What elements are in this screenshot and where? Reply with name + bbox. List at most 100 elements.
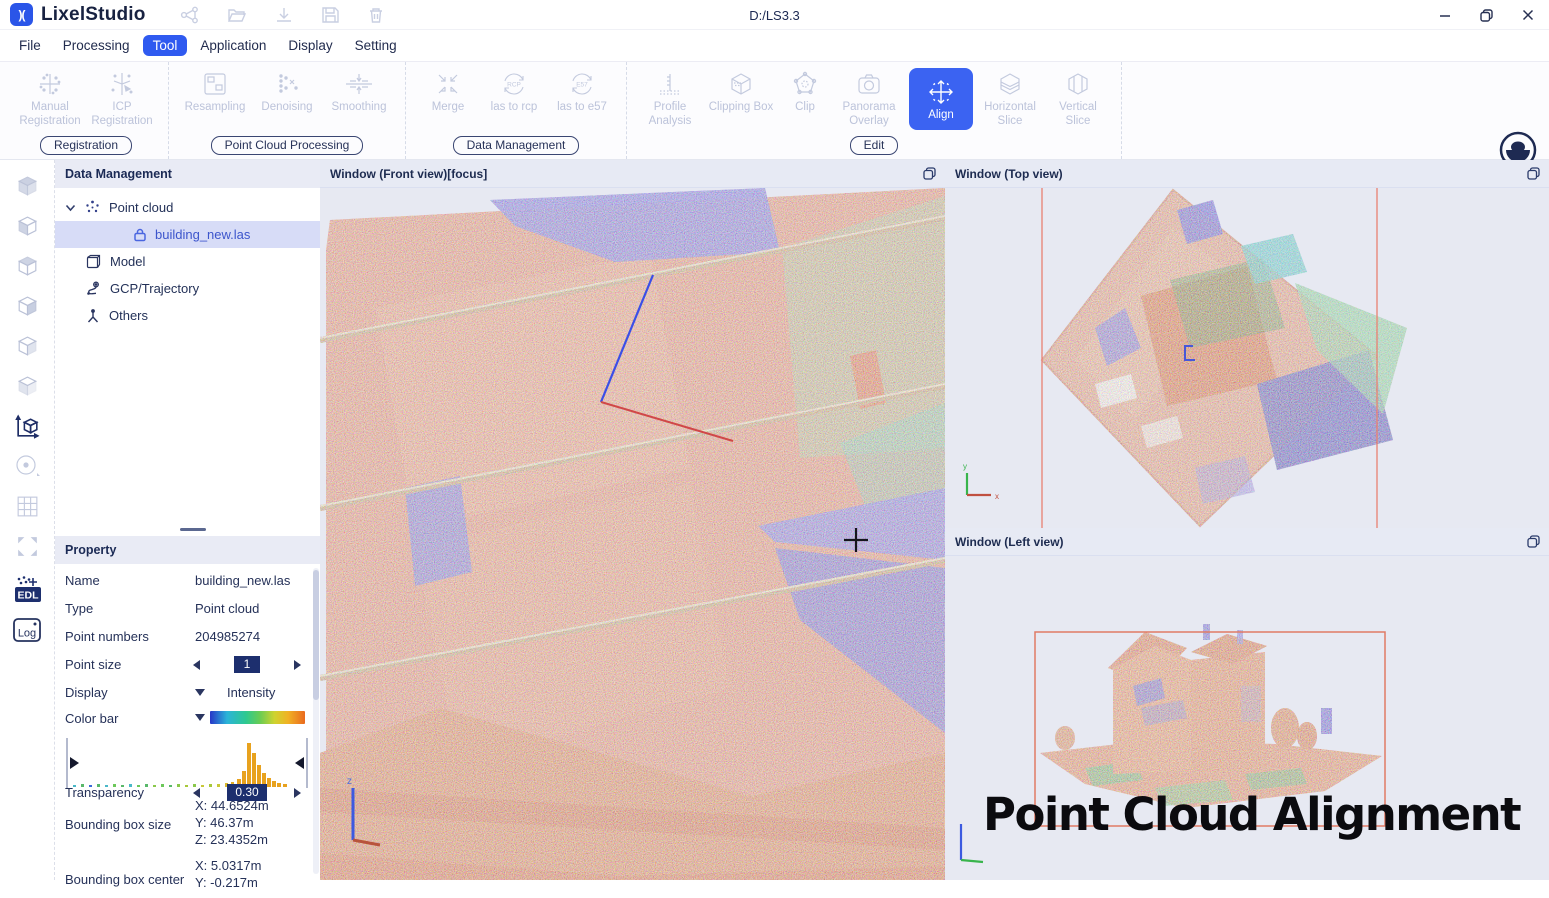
svg-text:RCP: RCP bbox=[507, 82, 521, 89]
isometric-view-icon[interactable] bbox=[7, 406, 47, 446]
align-label: Align bbox=[928, 108, 954, 122]
vertical-slice-button[interactable]: Vertical Slice bbox=[1047, 68, 1109, 130]
display-dropdown-caret[interactable] bbox=[195, 689, 205, 696]
front-view-title: Window (Front view)[focus] bbox=[330, 167, 487, 181]
share-icon[interactable] bbox=[180, 6, 200, 24]
point-size-increment[interactable] bbox=[294, 660, 301, 670]
align-button[interactable]: Align bbox=[909, 68, 973, 130]
view-cube-right-icon[interactable] bbox=[7, 286, 47, 326]
lock-icon bbox=[133, 227, 147, 242]
front-view-canvas[interactable]: z bbox=[320, 188, 945, 880]
profile-analysis-label: Profile Analysis bbox=[639, 100, 701, 129]
left-view-maximize-icon[interactable] bbox=[1526, 534, 1541, 549]
svg-text:y: y bbox=[963, 462, 967, 471]
menu-display[interactable]: Display bbox=[277, 34, 343, 57]
panorama-overlay-button[interactable]: Panorama Overlay bbox=[833, 68, 905, 130]
icp-registration-icon bbox=[107, 68, 137, 100]
transparency-increment[interactable] bbox=[294, 788, 301, 798]
point-cloud-processing-group-label: Point Cloud Processing bbox=[211, 136, 364, 155]
gcp-trajectory-label: GCP/Trajectory bbox=[110, 281, 199, 296]
open-file-icon[interactable] bbox=[227, 6, 247, 24]
svg-text:z: z bbox=[347, 776, 352, 787]
tree-item-model[interactable]: Model bbox=[55, 248, 320, 275]
bounding-box-size-x: X: 44.6524m bbox=[195, 798, 269, 813]
point-size-decrement[interactable] bbox=[193, 660, 200, 670]
property-row-point-numbers: Point numbers 204985274 bbox=[55, 626, 313, 650]
merge-button[interactable]: Merge bbox=[418, 68, 478, 114]
clipping-box-button[interactable]: Clipping Box bbox=[705, 68, 777, 130]
data-management-title: Data Management bbox=[65, 167, 172, 181]
denoising-button[interactable]: Denoising bbox=[253, 68, 321, 114]
close-button[interactable] bbox=[1521, 8, 1535, 22]
import-icon[interactable] bbox=[274, 6, 294, 24]
view-cube-left-icon[interactable] bbox=[7, 206, 47, 246]
edl-label: EDL bbox=[18, 590, 40, 602]
tree-item-point-cloud[interactable]: Point cloud bbox=[55, 194, 320, 221]
view-cube-all-icon[interactable] bbox=[7, 166, 47, 206]
menu-application[interactable]: Application bbox=[189, 34, 277, 57]
minimize-button[interactable] bbox=[1438, 8, 1452, 22]
resampling-button[interactable]: Resampling bbox=[181, 68, 249, 114]
icp-registration-button[interactable]: ICP Registration bbox=[88, 68, 156, 129]
restore-button[interactable] bbox=[1479, 8, 1494, 23]
panel-splitter-handle[interactable] bbox=[180, 528, 206, 531]
menu-tool[interactable]: Tool bbox=[143, 35, 188, 56]
clip-button[interactable]: Clip bbox=[781, 68, 829, 130]
menu-file[interactable]: File bbox=[8, 34, 52, 57]
edl-icon[interactable]: EDL bbox=[7, 570, 47, 610]
align-icon bbox=[926, 76, 956, 108]
profile-analysis-button[interactable]: Profile Analysis bbox=[639, 68, 701, 130]
manual-registration-button[interactable]: Manual Registration bbox=[16, 68, 84, 129]
chevron-down-icon[interactable] bbox=[65, 204, 76, 212]
property-row-bounding-box-center: Bounding box center X: 5.0317m Y: -0.217… bbox=[55, 858, 313, 898]
histogram-left-handle[interactable] bbox=[70, 757, 79, 769]
top-view-header: Window (Top view) bbox=[945, 160, 1549, 188]
property-scrollbar[interactable] bbox=[313, 568, 319, 874]
tree-item-building-new-las[interactable]: building_new.las bbox=[55, 221, 320, 248]
clipping-box-icon bbox=[726, 68, 756, 100]
grid-view-icon[interactable] bbox=[7, 486, 47, 526]
resampling-icon bbox=[201, 68, 229, 100]
histogram-right-handle[interactable] bbox=[295, 757, 304, 769]
view-cube-top-icon[interactable] bbox=[7, 246, 47, 286]
orbit-icon[interactable] bbox=[7, 446, 47, 486]
view-cube-bottom-icon[interactable] bbox=[7, 366, 47, 406]
bounding-box-center-x: X: 5.0317m bbox=[195, 858, 262, 873]
front-view-window: Window (Front view)[focus] bbox=[320, 160, 945, 880]
color-bar-gradient[interactable] bbox=[210, 711, 305, 724]
delete-icon[interactable] bbox=[367, 6, 385, 24]
property-scrollbar-thumb[interactable] bbox=[313, 570, 319, 700]
transparency-decrement[interactable] bbox=[193, 788, 200, 798]
smoothing-button[interactable]: Smoothing bbox=[325, 68, 393, 114]
building-new-las-label: building_new.las bbox=[155, 227, 250, 242]
log-icon[interactable]: Log bbox=[7, 610, 47, 650]
data-management-group-label: Data Management bbox=[453, 136, 580, 155]
las-to-e57-button[interactable]: E57 las to e57 bbox=[550, 68, 614, 114]
point-size-stepper[interactable]: 1 bbox=[193, 656, 301, 673]
resampling-label: Resampling bbox=[185, 100, 246, 114]
menu-setting[interactable]: Setting bbox=[344, 34, 408, 57]
save-icon[interactable] bbox=[321, 6, 340, 24]
view-cube-back-icon[interactable] bbox=[7, 326, 47, 366]
top-view-canvas[interactable]: y x bbox=[945, 188, 1549, 528]
top-view-maximize-icon[interactable] bbox=[1526, 166, 1541, 181]
tree-item-gcp-trajectory[interactable]: GCP/Trajectory bbox=[55, 275, 320, 302]
display-value[interactable]: Intensity bbox=[227, 685, 275, 700]
front-view-maximize-icon[interactable] bbox=[922, 166, 937, 181]
type-value: Point cloud bbox=[195, 601, 259, 616]
horizontal-slice-button[interactable]: Horizontal Slice bbox=[977, 68, 1043, 130]
property-row-type: Type Point cloud bbox=[55, 598, 313, 622]
color-bar-dropdown-caret[interactable] bbox=[195, 714, 205, 721]
left-view-canvas[interactable]: Point Cloud Alignment bbox=[945, 556, 1549, 880]
display-label: Display bbox=[65, 685, 108, 700]
merge-icon bbox=[434, 68, 462, 100]
document-title: D:/LS3.3 bbox=[749, 0, 800, 30]
las-to-rcp-button[interactable]: RCP las to rcp bbox=[482, 68, 546, 114]
menu-processing[interactable]: Processing bbox=[52, 34, 141, 57]
others-label: Others bbox=[109, 308, 148, 323]
property-row-bounding-box-size: Bounding box size X: 44.6524m Y: 46.37m … bbox=[55, 798, 313, 852]
tree-item-others[interactable]: Others bbox=[55, 302, 320, 329]
fullscreen-icon[interactable] bbox=[7, 526, 47, 566]
point-size-value[interactable]: 1 bbox=[234, 656, 260, 673]
bounding-box-center-y: Y: -0.217m bbox=[195, 875, 258, 890]
